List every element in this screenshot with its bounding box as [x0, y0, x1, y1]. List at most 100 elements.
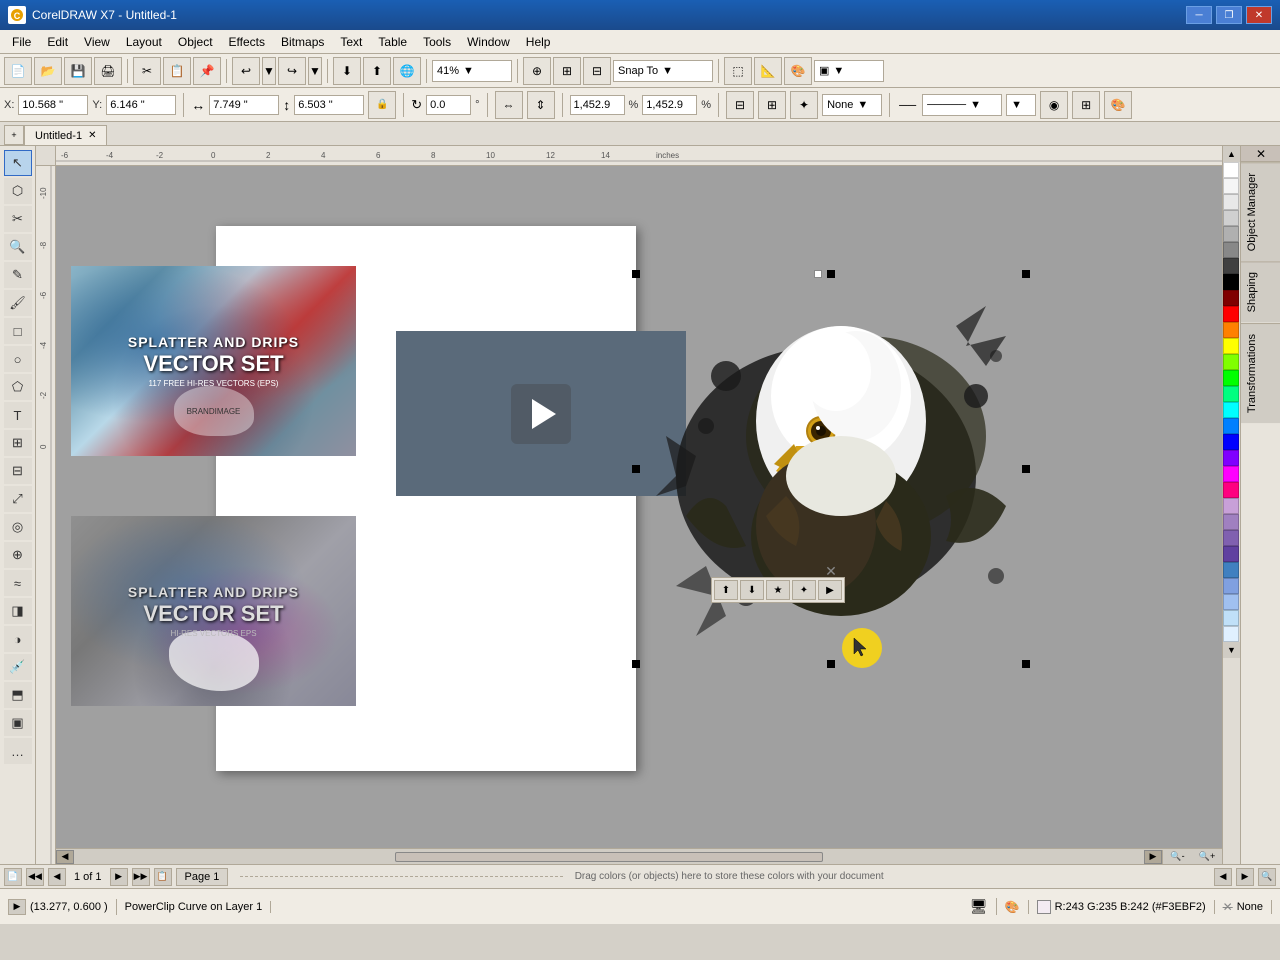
float-btn-4[interactable]: ✦: [792, 580, 816, 600]
menu-table[interactable]: Table: [370, 33, 415, 51]
y-input[interactable]: [106, 95, 176, 115]
color-lavender[interactable]: [1223, 498, 1239, 514]
zoom-tool[interactable]: 🔍: [4, 234, 32, 260]
menu-view[interactable]: View: [76, 33, 118, 51]
color-dropdown[interactable]: ▣ ▼: [814, 60, 884, 82]
color-bar-scroll-left[interactable]: ◀: [1214, 868, 1232, 886]
fill-color-swatch[interactable]: [1037, 900, 1051, 914]
snap-options-button[interactable]: ⊕: [523, 57, 551, 85]
minimize-button[interactable]: ─: [1186, 6, 1212, 24]
snap-to-dropdown[interactable]: Snap To ▼: [613, 60, 713, 82]
close-button[interactable]: ✕: [1246, 6, 1272, 24]
color-pale-blue[interactable]: [1223, 610, 1239, 626]
publish-button[interactable]: 🌐: [393, 57, 421, 85]
ruler-button[interactable]: 📐: [754, 57, 782, 85]
color-light-blue[interactable]: [1223, 594, 1239, 610]
palette-up-arrow[interactable]: ▲: [1223, 146, 1240, 162]
new-button[interactable]: 📄: [4, 57, 32, 85]
color-gray[interactable]: [1223, 242, 1239, 258]
text-tool[interactable]: T: [4, 402, 32, 428]
zoom-to-fit[interactable]: 🔍: [1258, 868, 1276, 886]
lock-ratio-button[interactable]: 🔒: [368, 91, 396, 119]
color-red[interactable]: [1223, 306, 1239, 322]
canvas-area[interactable]: SPLATTER AND DRIPS VECTOR SET 117 FREE H…: [56, 166, 1222, 848]
paste-button[interactable]: 📌: [193, 57, 221, 85]
menu-effects[interactable]: Effects: [221, 33, 273, 51]
height-input[interactable]: [294, 95, 364, 115]
color-bar-scroll-right[interactable]: ▶: [1236, 868, 1254, 886]
menu-help[interactable]: Help: [518, 33, 559, 51]
color-cyan[interactable]: [1223, 402, 1239, 418]
print-button[interactable]: 🖨: [94, 57, 122, 85]
zoom-dropdown[interactable]: 41% ▼: [432, 60, 512, 82]
menu-bitmaps[interactable]: Bitmaps: [273, 33, 332, 51]
color-manager-button[interactable]: 🎨: [1104, 91, 1132, 119]
color-very-pale-blue[interactable]: [1223, 626, 1239, 642]
palette-down-arrow[interactable]: ▼: [1223, 642, 1240, 658]
color-medium-gray[interactable]: [1223, 226, 1239, 242]
hscroll-right[interactable]: ▶: [1144, 850, 1162, 864]
width-input[interactable]: [209, 95, 279, 115]
float-btn-1[interactable]: ⬆: [714, 580, 738, 600]
mirror-h-button[interactable]: ⇔: [495, 91, 523, 119]
color-periwinkle[interactable]: [1223, 578, 1239, 594]
color-proof-button[interactable]: 🎨: [784, 57, 812, 85]
color-dark-gray[interactable]: [1223, 258, 1239, 274]
connector-tool[interactable]: ⤢: [4, 486, 32, 512]
hscroll-left[interactable]: ◀: [56, 850, 74, 864]
panel-close-button[interactable]: ✕: [1241, 146, 1280, 162]
color-steel-blue[interactable]: [1223, 562, 1239, 578]
new-tab-button[interactable]: +: [4, 125, 24, 145]
polygon-tool[interactable]: ⬠: [4, 374, 32, 400]
video-thumbnail[interactable]: [396, 331, 686, 496]
transform-button[interactable]: ✦: [790, 91, 818, 119]
cut-button[interactable]: ✂: [133, 57, 161, 85]
hscroll-thumb[interactable]: [395, 852, 823, 862]
smart-fill-tool[interactable]: ▣: [4, 710, 32, 736]
float-btn-5[interactable]: ▶: [818, 580, 842, 600]
ellipse-tool[interactable]: ○: [4, 346, 32, 372]
color-violet[interactable]: [1223, 450, 1239, 466]
hscroll-track[interactable]: [74, 851, 1144, 863]
menu-edit[interactable]: Edit: [39, 33, 76, 51]
scale-x-input[interactable]: [570, 95, 625, 115]
color-orange[interactable]: [1223, 322, 1239, 338]
tab-close-icon[interactable]: ✕: [88, 130, 96, 141]
color-proof-section[interactable]: 🎨: [1005, 900, 1029, 914]
angle-input[interactable]: [426, 95, 471, 115]
color-sky-blue[interactable]: [1223, 418, 1239, 434]
transparency-tool[interactable]: ◑: [4, 626, 32, 652]
line-style-dropdown[interactable]: ───── ▼: [922, 94, 1002, 116]
menu-window[interactable]: Window: [459, 33, 518, 51]
fill-tool[interactable]: ⬒: [4, 682, 32, 708]
color-lime[interactable]: [1223, 354, 1239, 370]
outline-options-button[interactable]: ⊞: [1072, 91, 1100, 119]
color-spring-green[interactable]: [1223, 386, 1239, 402]
page-prev-button[interactable]: ◀: [48, 868, 66, 886]
copy-button[interactable]: 📋: [163, 57, 191, 85]
grid-button[interactable]: ⊟: [583, 57, 611, 85]
menu-file[interactable]: File: [4, 33, 39, 51]
color-near-white[interactable]: [1223, 178, 1239, 194]
zoom-in-scroll[interactable]: 🔍+: [1192, 850, 1222, 864]
save-button[interactable]: 💾: [64, 57, 92, 85]
table-tool[interactable]: ⊞: [4, 430, 32, 456]
color-white[interactable]: [1223, 162, 1239, 178]
horizontal-scrollbar[interactable]: ◀ ▶ 🔍- 🔍+: [56, 848, 1222, 864]
zoom-out-scroll[interactable]: 🔍-: [1162, 850, 1192, 864]
menu-layout[interactable]: Layout: [118, 33, 170, 51]
select-tool[interactable]: ↖: [4, 150, 32, 176]
options-button[interactable]: …: [4, 738, 32, 764]
export-button[interactable]: ⬆: [363, 57, 391, 85]
object-manager-tab[interactable]: Object Manager: [1241, 162, 1280, 261]
color-purple[interactable]: [1223, 530, 1239, 546]
contour-tool[interactable]: ⊕: [4, 542, 32, 568]
tab-untitled1[interactable]: Untitled-1 ✕: [24, 125, 107, 145]
mirror-v-button[interactable]: ⇕: [527, 91, 555, 119]
x-input[interactable]: [18, 95, 88, 115]
color-light-gray-2[interactable]: [1223, 210, 1239, 226]
color-purple-dark[interactable]: [1223, 546, 1239, 562]
coordinates-options-button[interactable]: ▶: [8, 899, 26, 915]
color-black[interactable]: [1223, 274, 1239, 290]
page-last-button[interactable]: ▶▶: [132, 868, 150, 886]
